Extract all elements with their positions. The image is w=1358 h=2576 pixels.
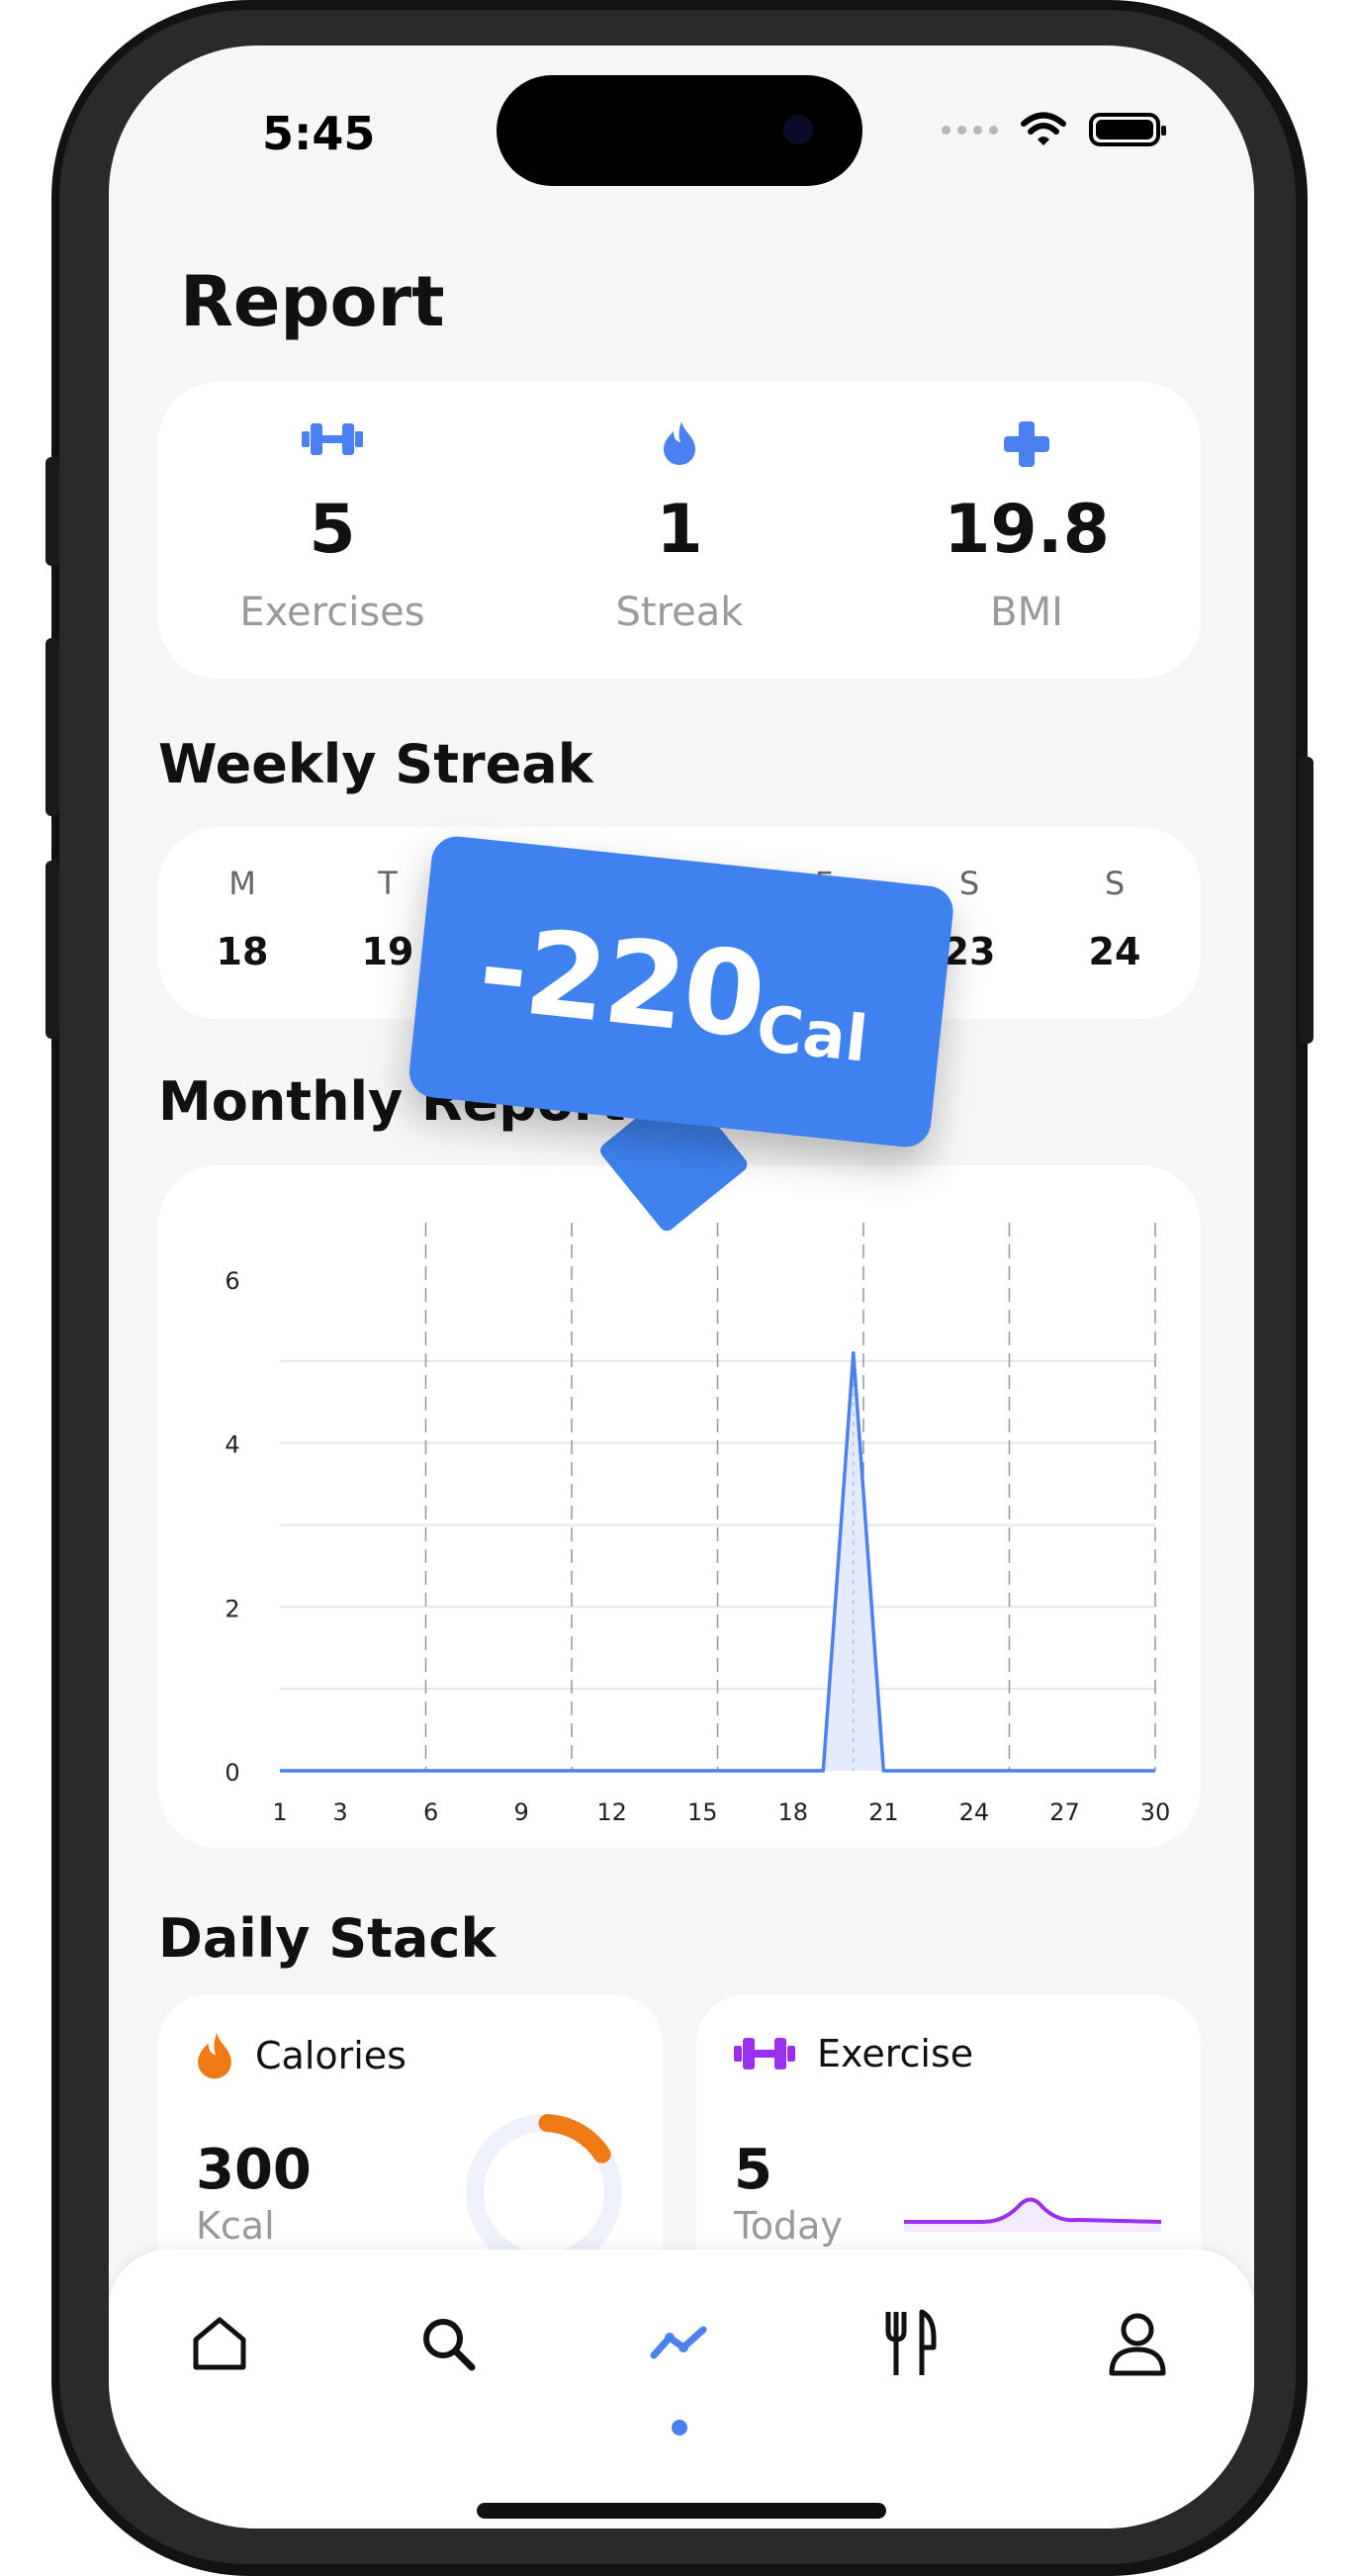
camera-icon [783, 115, 813, 144]
battery-icon [1089, 113, 1166, 146]
side-button [45, 457, 59, 566]
dumbbell-icon [734, 2038, 795, 2070]
x-tick-label: 3 [332, 1798, 347, 1826]
calories-unit: Kcal [196, 2204, 275, 2248]
search-icon [423, 2319, 476, 2371]
wifi-icon [1021, 112, 1066, 145]
screen: 5:45 Report 5 Exercises 1 Streak 19.8 BM… [109, 46, 1254, 2529]
day-date: 24 [1088, 930, 1141, 973]
plus-icon [1004, 421, 1049, 467]
dumbbell-icon [302, 423, 363, 455]
x-tick-label: 24 [959, 1798, 990, 1826]
stat-label: Streak [615, 590, 744, 635]
stat-label: Exercises [239, 590, 425, 635]
y-tick-label: 0 [225, 1759, 239, 1787]
stat-streak: 1 Streak [531, 382, 828, 679]
tooltip-unit: Cal [753, 992, 871, 1077]
monthly-chart-card: 0 2 4 6 1 3 6 9 12 15 18 21 24 27 30 [158, 1165, 1201, 1848]
x-tick-label: 18 [778, 1798, 809, 1826]
stat-value: 1 [656, 491, 703, 569]
calorie-tooltip: -220 Cal [407, 834, 956, 1235]
exercise-header: Exercise [734, 2032, 973, 2075]
x-tick-label: 30 [1140, 1798, 1171, 1826]
exercise-label: Exercise [817, 2032, 974, 2075]
x-tick-label: 21 [868, 1798, 899, 1826]
x-tick-label: 27 [1049, 1798, 1080, 1826]
y-tick-label: 2 [225, 1595, 239, 1622]
dynamic-island [497, 75, 862, 186]
day-letter: M [228, 865, 256, 902]
volume-down-button [45, 861, 59, 1039]
exercise-sparkline [904, 2197, 1161, 2232]
report-icon [650, 2326, 707, 2359]
x-tick-label: 12 [596, 1798, 627, 1826]
nav-search[interactable] [408, 2304, 488, 2383]
nav-profile[interactable] [1098, 2304, 1177, 2383]
profile-icon [1109, 2313, 1166, 2376]
exercise-value: 5 [734, 2138, 772, 2202]
home-indicator [477, 2503, 886, 2519]
status-icons [942, 111, 1166, 148]
calories-label: Calories [255, 2034, 407, 2077]
status-time: 5:45 [262, 107, 376, 160]
nav-food[interactable] [870, 2304, 950, 2383]
x-tick-label: 15 [687, 1798, 718, 1826]
active-indicator [672, 2420, 687, 2436]
daily-stack-title: Daily Stack [158, 1907, 497, 1970]
flame-icon [664, 421, 695, 465]
y-tick-label: 6 [225, 1267, 239, 1295]
volume-up-button [45, 638, 59, 816]
bottom-nav [109, 2250, 1254, 2529]
stat-label: BMI [990, 590, 1063, 635]
calories-header: Calories [196, 2032, 407, 2079]
x-tick-label: 6 [423, 1798, 438, 1826]
exercise-unit: Today [734, 2204, 843, 2248]
page-title: Report [180, 261, 445, 342]
food-icon [885, 2309, 937, 2375]
day-date: 18 [216, 930, 269, 973]
stat-value: 19.8 [944, 491, 1110, 569]
nav-home[interactable] [180, 2304, 259, 2383]
signal-icon [942, 125, 998, 135]
power-button [1300, 757, 1313, 1044]
flame-icon [198, 2032, 231, 2079]
calories-value: 300 [196, 2138, 312, 2202]
monthly-chart[interactable]: 02461 3 6 9 12 15 18 21 24 27 30 [158, 1165, 1201, 1848]
x-tick-label: 1 [272, 1798, 287, 1826]
nav-report[interactable] [640, 2304, 719, 2383]
home-icon [193, 2317, 246, 2370]
stat-value: 5 [309, 491, 356, 569]
x-tick-label: 9 [513, 1798, 528, 1826]
y-tick-label: 4 [225, 1431, 239, 1459]
stats-card: 5 Exercises 1 Streak 19.8 BMI [158, 382, 1201, 679]
stat-bmi: 19.8 BMI [878, 382, 1175, 679]
stat-exercises: 5 Exercises [184, 382, 481, 679]
day-letter: S [1104, 865, 1126, 902]
weekly-streak-title: Weekly Streak [158, 733, 593, 795]
